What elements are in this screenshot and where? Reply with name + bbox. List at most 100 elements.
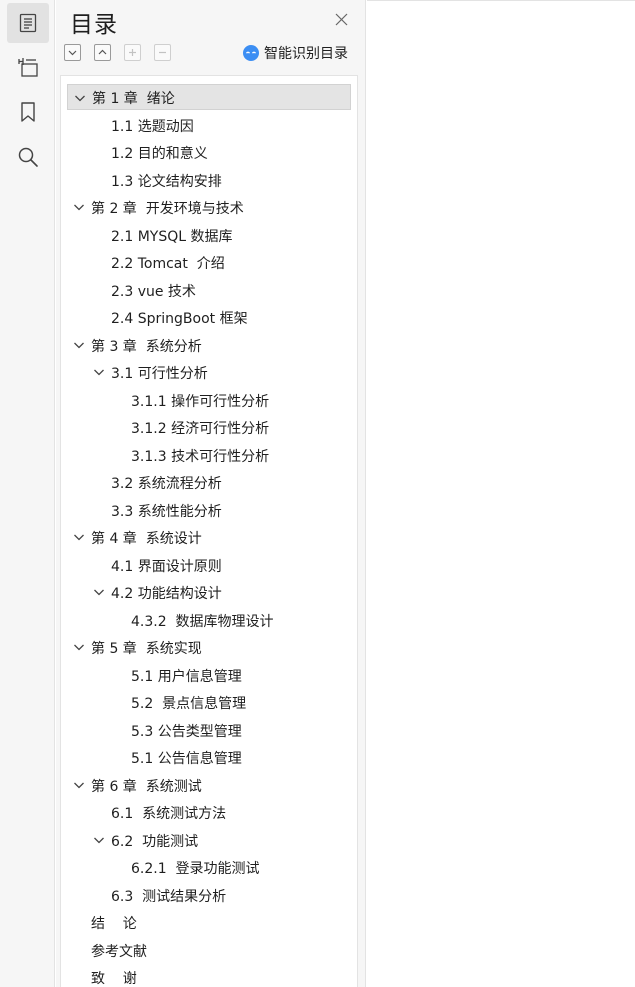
toc-item-label: 第 1 章 绪论 <box>92 91 175 107</box>
toc-item-label: 4.2 功能结构设计 <box>111 586 222 602</box>
chevron-down-icon[interactable] <box>93 586 105 598</box>
toc-item-label: 6.3 测试结果分析 <box>111 888 227 905</box>
toc-item[interactable]: 1.1 选题动因 <box>61 112 357 138</box>
toc-item-label: 参考文献 <box>91 943 147 960</box>
toc-list-icon <box>19 13 37 33</box>
toc-item[interactable]: 3.3 系统性能分析 <box>61 497 357 523</box>
toc-item-label: 4.3.2 数据库物理设计 <box>131 613 274 630</box>
toc-item[interactable]: 5.1 公告信息管理 <box>61 744 357 770</box>
toc-item-label: 3.1 可行性分析 <box>111 366 208 382</box>
toc-item-label: 1.1 选题动因 <box>111 118 194 135</box>
reader-app: 目录 智能识别目录 第 1 章 绪论 1.1 选题动因 1.2 目的和意义 1.… <box>0 0 635 987</box>
toc-item-label: 5.3 公告类型管理 <box>131 723 242 740</box>
toc-item[interactable]: 2.1 MYSQL 数据库 <box>61 222 357 248</box>
toc-item[interactable]: 第 1 章 绪论 <box>67 84 351 110</box>
toc-item-label: 5.2 景点信息管理 <box>131 696 247 712</box>
bookmark-tab-button[interactable] <box>7 92 49 132</box>
plus-icon <box>129 49 136 56</box>
expand-all-button[interactable] <box>64 44 81 61</box>
toc-item[interactable]: 6.2 功能测试 <box>61 827 357 853</box>
chevron-down-icon[interactable] <box>73 531 85 543</box>
toc-item[interactable]: 第 4 章 系统设计 <box>61 524 357 550</box>
toc-item-label: 致 谢 <box>91 971 137 987</box>
toc-item-label: 结 论 <box>91 916 137 932</box>
sidebar-rail <box>0 0 55 987</box>
thumbnail-tab-button[interactable] <box>7 47 49 87</box>
toc-item-label: 3.3 系统性能分析 <box>111 503 222 520</box>
toc-item[interactable]: 参考文献 <box>61 937 357 963</box>
minus-icon <box>159 51 166 54</box>
toc-item-label: 1.3 论文结构安排 <box>111 173 222 190</box>
close-icon <box>335 13 347 25</box>
toc-item[interactable]: 3.1.3 技术可行性分析 <box>61 442 357 468</box>
chevron-down-icon[interactable] <box>73 339 85 351</box>
toc-item[interactable]: 第 3 章 系统分析 <box>61 332 357 358</box>
toc-item[interactable]: 1.2 目的和意义 <box>61 139 357 165</box>
toc-item-label: 4.1 界面设计原则 <box>111 558 222 575</box>
chevron-down-icon[interactable] <box>73 641 85 653</box>
toc-item-label: 2.1 MYSQL 数据库 <box>111 228 233 245</box>
document-view <box>367 0 635 987</box>
bookmark-icon <box>21 102 35 122</box>
toc-item[interactable]: 5.1 用户信息管理 <box>61 662 357 688</box>
toc-item[interactable]: 5.2 景点信息管理 <box>61 689 357 715</box>
chevron-down-icon[interactable] <box>93 366 105 378</box>
panel-title: 目录 <box>70 12 118 38</box>
toc-item-label: 2.2 Tomcat 介绍 <box>111 256 225 272</box>
toc-item[interactable]: 5.3 公告类型管理 <box>61 717 357 743</box>
chevron-down-icon[interactable] <box>73 779 85 791</box>
toc-item[interactable]: 第 6 章 系统测试 <box>61 772 357 798</box>
toc-item-label: 6.1 系统测试方法 <box>111 806 227 822</box>
smart-toc-button[interactable]: 智能识别目录 <box>242 43 348 63</box>
toc-item-label: 第 2 章 开发环境与技术 <box>91 201 244 217</box>
toc-item-label: 第 4 章 系统设计 <box>91 531 202 547</box>
toc-item-label: 5.1 公告信息管理 <box>131 751 242 767</box>
ai-robot-icon <box>243 45 259 61</box>
toc-item-label: 2.4 SpringBoot 框架 <box>111 311 248 327</box>
toc-item[interactable]: 2.3 vue 技术 <box>61 277 357 303</box>
chevron-up-icon <box>98 49 107 55</box>
toc-item[interactable]: 第 5 章 系统实现 <box>61 634 357 660</box>
chevron-down-icon[interactable] <box>93 834 105 846</box>
thumbnail-icon <box>18 58 38 77</box>
toc-item[interactable]: 6.2.1 登录功能测试 <box>61 854 357 880</box>
toc-item[interactable]: 3.1.2 经济可行性分析 <box>61 414 357 440</box>
remove-entry-button[interactable] <box>154 44 171 61</box>
toc-item-label: 第 3 章 系统分析 <box>91 338 202 355</box>
toc-item-label: 第 6 章 系统测试 <box>91 778 202 795</box>
toc-item[interactable]: 4.2 功能结构设计 <box>61 579 357 605</box>
toc-item-label: 3.1.1 操作可行性分析 <box>131 393 270 410</box>
close-panel-button[interactable] <box>331 9 351 29</box>
toc-item-label: 3.2 系统流程分析 <box>111 476 222 492</box>
chevron-down-icon <box>68 50 77 56</box>
toc-tree: 第 1 章 绪论 1.1 选题动因 1.2 目的和意义 1.3 论文结构安排第 2 章… <box>60 75 358 987</box>
toc-item[interactable]: 4.1 界面设计原则 <box>61 552 357 578</box>
collapse-all-button[interactable] <box>94 44 111 61</box>
toc-item[interactable]: 2.2 Tomcat 介绍 <box>61 249 357 275</box>
toc-item[interactable]: 致 谢 <box>61 964 357 987</box>
toc-panel: 目录 智能识别目录 第 1 章 绪论 1.1 选题动因 1.2 目的和意义 1.… <box>56 0 366 987</box>
toc-item[interactable]: 2.4 SpringBoot 框架 <box>61 304 357 330</box>
chevron-down-icon[interactable] <box>74 92 86 104</box>
toc-item-label: 6.2.1 登录功能测试 <box>131 861 260 877</box>
toc-item-label: 6.2 功能测试 <box>111 833 199 850</box>
toc-item[interactable]: 3.1 可行性分析 <box>61 359 357 385</box>
toc-item[interactable]: 6.1 系统测试方法 <box>61 799 357 825</box>
search-tab-button[interactable] <box>7 137 49 177</box>
toc-item-label: 第 5 章 系统实现 <box>91 641 202 657</box>
chevron-down-icon[interactable] <box>73 201 85 213</box>
toc-item-label: 3.1.3 技术可行性分析 <box>131 448 270 465</box>
toc-item[interactable]: 3.1.1 操作可行性分析 <box>61 387 357 413</box>
toc-item-label: 3.1.2 经济可行性分析 <box>131 421 270 437</box>
toc-item[interactable]: 4.3.2 数据库物理设计 <box>61 607 357 633</box>
toc-tab-button[interactable] <box>7 3 49 43</box>
toc-item[interactable]: 1.3 论文结构安排 <box>61 167 357 193</box>
toc-item[interactable]: 结 论 <box>61 909 357 935</box>
search-icon <box>18 147 38 167</box>
toc-item-label: 2.3 vue 技术 <box>111 283 196 300</box>
toc-item[interactable]: 第 2 章 开发环境与技术 <box>61 194 357 220</box>
add-entry-button[interactable] <box>124 44 141 61</box>
toc-item-label: 5.1 用户信息管理 <box>131 668 242 685</box>
toc-item[interactable]: 3.2 系统流程分析 <box>61 469 357 495</box>
toc-item[interactable]: 6.3 测试结果分析 <box>61 882 357 908</box>
